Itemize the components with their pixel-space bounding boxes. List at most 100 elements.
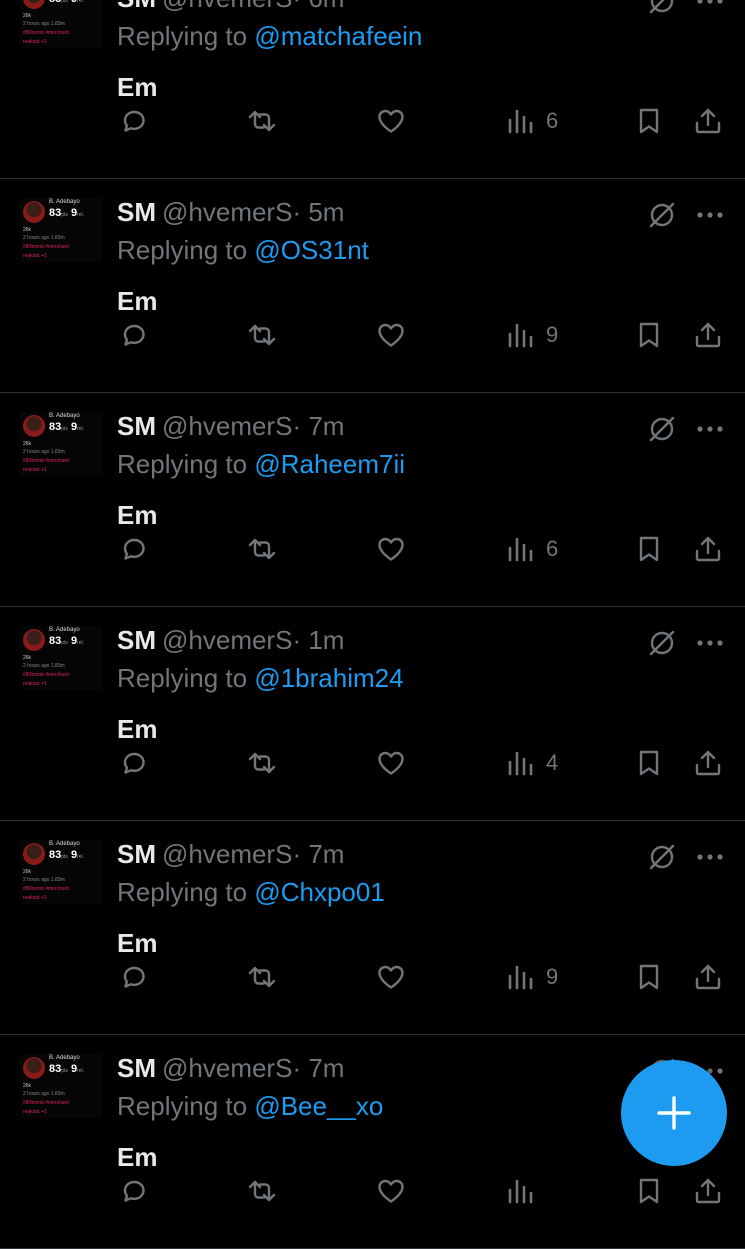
avatar[interactable]: B. Adebayo 83pts 9rel. 26k 2 hours ago 1…: [20, 840, 102, 904]
like-button[interactable]: [376, 745, 406, 781]
more-icon[interactable]: [694, 201, 726, 229]
user-handle[interactable]: @hvemerS: [162, 197, 292, 227]
more-icon[interactable]: [694, 415, 726, 443]
views-button[interactable]: 4: [506, 745, 558, 781]
retweet-button[interactable]: [247, 103, 277, 139]
share-button[interactable]: [693, 1173, 723, 1209]
display-name[interactable]: SM: [117, 839, 156, 869]
mention-link[interactable]: @1brahim24: [254, 663, 403, 693]
mention-link[interactable]: @matchafeein: [254, 21, 422, 51]
mention-link[interactable]: @Bee__xo: [254, 1091, 383, 1121]
share-button[interactable]: [693, 103, 723, 139]
like-button[interactable]: [376, 1173, 406, 1209]
compose-button[interactable]: [621, 1060, 727, 1166]
mention-link[interactable]: @OS31nt: [254, 235, 369, 265]
grok-icon[interactable]: [648, 629, 676, 657]
avatar-line-2: 2 hours ago 1.83m: [23, 877, 65, 883]
reply-button[interactable]: [119, 103, 149, 139]
more-icon[interactable]: [694, 629, 726, 657]
user-handle[interactable]: @hvemerS: [162, 411, 292, 441]
avatar[interactable]: B. Adebayo 83pts 9rel. 26k 2 hours ago 1…: [20, 0, 102, 48]
mention-link[interactable]: @Chxpo01: [254, 877, 384, 907]
views-button[interactable]: 9: [506, 317, 558, 353]
display-name[interactable]: SM: [117, 411, 156, 441]
views-button[interactable]: [506, 1173, 546, 1209]
share-button[interactable]: [693, 531, 723, 567]
like-button[interactable]: [376, 317, 406, 353]
user-handle[interactable]: @hvemerS: [162, 625, 292, 655]
bookmark-button[interactable]: [634, 745, 664, 781]
replying-to: Replying to @1brahim24: [117, 663, 404, 694]
timestamp[interactable]: · 5m: [292, 197, 344, 227]
bookmark-button[interactable]: [634, 317, 664, 353]
tweet[interactable]: B. Adebayo 83pts 9rel. 26k 2 hours ago 1…: [0, 393, 745, 607]
more-icon[interactable]: [694, 0, 726, 15]
tweet[interactable]: B. Adebayo 83pts 9rel. 26k 2 hours ago 1…: [0, 179, 745, 393]
timestamp[interactable]: · 7m: [292, 411, 344, 441]
display-name[interactable]: SM: [117, 0, 156, 13]
avatar-line-4: reakout +1: [23, 895, 47, 901]
retweet-button[interactable]: [247, 317, 277, 353]
timestamp[interactable]: · 1m: [292, 625, 344, 655]
bookmark-button[interactable]: [634, 531, 664, 567]
display-name[interactable]: SM: [117, 197, 156, 227]
user-handle[interactable]: @hvemerS: [162, 1053, 292, 1083]
avatar[interactable]: B. Adebayo 83pts 9rel. 26k 2 hours ago 1…: [20, 1054, 102, 1118]
avatar-stat-1-label: pts: [61, 212, 68, 218]
like-button[interactable]: [376, 959, 406, 995]
timestamp[interactable]: · 7m: [292, 1053, 344, 1083]
retweet-icon: [248, 966, 276, 988]
tweet[interactable]: B. Adebayo 83pts 9rel. 26k 2 hours ago 1…: [0, 607, 745, 821]
avatar-stats: 83pts 9rel.: [49, 0, 84, 5]
share-button[interactable]: [693, 959, 723, 995]
display-name[interactable]: SM: [117, 1053, 156, 1083]
reply-button[interactable]: [119, 745, 149, 781]
views-button[interactable]: 9: [506, 959, 558, 995]
heart-icon: [378, 751, 404, 775]
action-bar: 6: [0, 531, 745, 567]
bookmark-button[interactable]: [634, 103, 664, 139]
reply-button[interactable]: [119, 531, 149, 567]
reply-button[interactable]: [119, 959, 149, 995]
share-button[interactable]: [693, 745, 723, 781]
retweet-button[interactable]: [247, 531, 277, 567]
retweet-button[interactable]: [247, 1173, 277, 1209]
avatar[interactable]: B. Adebayo 83pts 9rel. 26k 2 hours ago 1…: [20, 198, 102, 262]
like-button[interactable]: [376, 531, 406, 567]
bookmark-button[interactable]: [634, 959, 664, 995]
avatar-stat-2-label: rel.: [77, 854, 85, 860]
avatar-stats: 83pts 9rel.: [49, 635, 84, 647]
like-button[interactable]: [376, 103, 406, 139]
grok-icon[interactable]: [648, 843, 676, 871]
tweet[interactable]: B. Adebayo 83pts 9rel. 26k 2 hours ago 1…: [0, 0, 745, 179]
grok-icon[interactable]: [648, 0, 676, 15]
share-button[interactable]: [693, 317, 723, 353]
retweet-button[interactable]: [247, 959, 277, 995]
tweet-text: Em: [117, 1142, 158, 1172]
views-button[interactable]: 6: [506, 103, 558, 139]
timestamp[interactable]: · 7m: [292, 839, 344, 869]
avatar[interactable]: B. Adebayo 83pts 9rel. 26k 2 hours ago 1…: [20, 412, 102, 476]
timestamp[interactable]: · 6m: [292, 0, 344, 13]
mention-link[interactable]: @Raheem7ii: [254, 449, 405, 479]
replying-to-label: Replying to: [117, 877, 248, 907]
user-handle[interactable]: @hvemerS: [162, 839, 292, 869]
reply-button[interactable]: [119, 317, 149, 353]
avatar-stat-1-label: pts: [61, 854, 68, 860]
user-handle[interactable]: @hvemerS: [162, 0, 292, 13]
avatar-stat-1: 83: [49, 635, 62, 647]
views-count: 4: [546, 750, 559, 775]
reply-button[interactable]: [119, 1173, 149, 1209]
replying-to-label: Replying to: [117, 1091, 248, 1121]
retweet-button[interactable]: [247, 745, 277, 781]
display-name[interactable]: SM: [117, 625, 156, 655]
more-icon[interactable]: [694, 843, 726, 871]
grok-icon[interactable]: [648, 415, 676, 443]
avatar-photo: [23, 1057, 45, 1079]
views-button[interactable]: 6: [506, 531, 558, 567]
heart-icon: [378, 1179, 404, 1203]
bookmark-button[interactable]: [634, 1173, 664, 1209]
avatar[interactable]: B. Adebayo 83pts 9rel. 26k 2 hours ago 1…: [20, 626, 102, 690]
grok-icon[interactable]: [648, 201, 676, 229]
tweet[interactable]: B. Adebayo 83pts 9rel. 26k 2 hours ago 1…: [0, 821, 745, 1035]
